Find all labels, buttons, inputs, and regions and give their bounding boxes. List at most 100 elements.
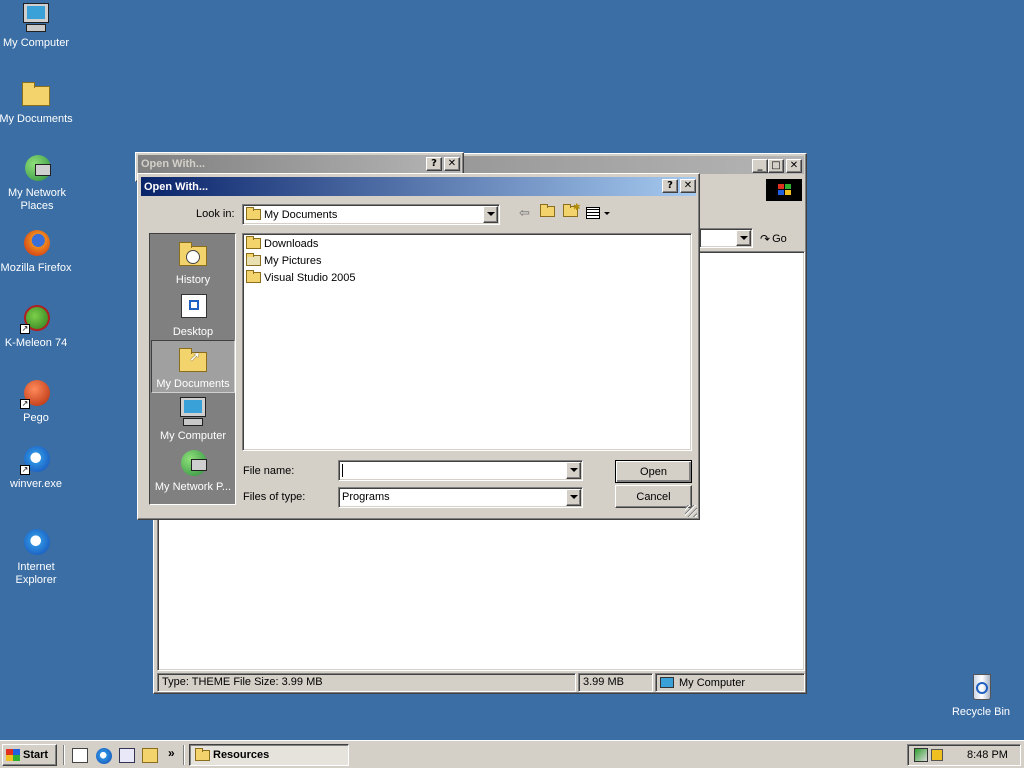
folder-icon	[246, 236, 261, 249]
computer-icon	[20, 2, 52, 34]
maximize-button[interactable]: □	[768, 159, 784, 173]
task-label: Resources	[213, 749, 270, 761]
close-button[interactable]: ✕	[786, 159, 802, 173]
desktop-icon-my-network-places[interactable]: My Network Places	[0, 152, 76, 213]
k-meleon-icon: ↗	[20, 302, 52, 334]
desktop-icon-pego[interactable]: ↗ Pego	[0, 377, 74, 425]
dialog-title: Open With...	[144, 180, 209, 193]
open-with-dialog: Open With... ? ✕ Look in: My Documents ⇦…	[137, 173, 700, 520]
desktop-icon-label: Mozilla Firefox	[0, 262, 72, 274]
file-name-input[interactable]	[341, 463, 563, 478]
inactive-dialog-titlebar[interactable]: Open With...	[138, 155, 461, 173]
desktop-icon-k-meleon[interactable]: ↗ K-Meleon 74	[0, 302, 74, 350]
places-my-network[interactable]: My Network P...	[152, 447, 234, 494]
documents-folder-icon	[20, 78, 52, 110]
file-name-text: My Pictures	[264, 255, 322, 267]
inactive-help-button[interactable]: ?	[426, 157, 442, 171]
desktop-icon-winver[interactable]: ↗ winver.exe	[0, 443, 74, 491]
list-item-visual-studio-2005[interactable]: Visual Studio 2005	[246, 270, 356, 286]
desktop-icon-recycle-bin[interactable]: Recycle Bin	[943, 671, 1019, 719]
desktop-icon-label: My Documents	[0, 113, 73, 125]
files-of-type-label: Files of type:	[243, 491, 306, 503]
status-zone: My Computer	[655, 673, 805, 692]
list-item-my-pictures[interactable]: My Pictures	[246, 253, 321, 269]
minimize-button[interactable]: _	[752, 159, 768, 173]
file-name-text: Downloads	[264, 238, 319, 250]
documents-folder-icon: ➚	[177, 344, 209, 376]
files-of-type-combo[interactable]: Programs	[338, 487, 583, 508]
folder-icon	[195, 747, 210, 761]
places-label: Desktop	[172, 326, 214, 338]
desktop-icon-label: winver.exe	[10, 478, 62, 490]
resize-grip-icon[interactable]	[685, 505, 697, 517]
desktop-icon-label: K-Meleon 74	[4, 337, 68, 349]
status-size: 3.99 MB	[578, 673, 653, 692]
explorer-quicklaunch-icon[interactable]	[142, 748, 158, 763]
status-zone-text: My Computer	[679, 676, 746, 689]
quick-launch-chevron[interactable]: »	[168, 746, 175, 760]
computer-icon	[177, 396, 209, 428]
taskbar-task-resources[interactable]: Resources	[189, 744, 349, 766]
my-computer-small-icon	[660, 677, 674, 688]
network-places-icon	[177, 447, 209, 479]
places-bar: History Desktop ➚ My Documents My Comput…	[149, 233, 236, 505]
up-one-level-icon[interactable]	[540, 204, 557, 221]
places-label: My Documents	[156, 378, 230, 390]
back-icon[interactable]: ⇦	[519, 206, 535, 221]
desktop-icon-label: Internet Explorer	[15, 561, 57, 586]
desktop-icon-label: Recycle Bin	[951, 706, 1011, 718]
outlook-quicklaunch-icon[interactable]	[119, 748, 135, 763]
file-list[interactable]: Downloads My Pictures Visual Studio 2005	[242, 233, 692, 451]
address-dropdown-arrow[interactable]	[699, 228, 753, 248]
places-label: My Computer	[159, 430, 227, 442]
desktop-icon-label: My Network Places	[7, 187, 67, 212]
places-label: History	[175, 274, 211, 286]
close-button[interactable]: ✕	[680, 179, 696, 193]
look-in-combo[interactable]: My Documents	[242, 204, 500, 225]
file-name-dropdown-button[interactable]	[566, 462, 581, 479]
file-name-label: File name:	[243, 465, 295, 477]
windows-logo-icon	[766, 179, 802, 201]
desktop-icon-my-computer[interactable]: My Computer	[0, 2, 74, 50]
ie-quicklaunch-icon[interactable]	[96, 748, 112, 764]
look-in-dropdown-button[interactable]	[483, 206, 498, 223]
history-icon	[177, 240, 209, 272]
desktop-icon-internet-explorer[interactable]: Internet Explorer	[0, 526, 74, 587]
open-button[interactable]: Open	[615, 460, 692, 483]
shortcut-arrow-icon: ↗	[20, 399, 30, 409]
inactive-close-button[interactable]: ✕	[444, 157, 460, 171]
help-button[interactable]: ?	[662, 179, 678, 193]
status-info: Type: THEME File Size: 3.99 MB	[157, 673, 576, 692]
places-label: My Network P...	[154, 481, 232, 493]
new-folder-icon[interactable]: ✱	[563, 202, 581, 221]
desktop-icon-my-documents[interactable]: My Documents	[0, 78, 74, 126]
go-label: Go	[772, 233, 787, 245]
dialog-titlebar[interactable]: Open With...	[141, 177, 696, 196]
desktop-icon-label: Pego	[23, 412, 49, 424]
view-menu-icon[interactable]	[586, 207, 612, 221]
file-name-combo[interactable]	[338, 460, 583, 481]
volume-tray-icon[interactable]	[931, 749, 943, 761]
look-in-label: Look in:	[196, 208, 235, 220]
files-of-type-dropdown-button[interactable]	[566, 489, 581, 506]
places-history[interactable]: History	[152, 240, 234, 287]
mouse-cursor-icon: ➚	[189, 348, 201, 364]
places-my-computer[interactable]: My Computer	[152, 396, 234, 443]
inactive-dialog-title: Open With...	[141, 158, 206, 170]
network-tray-icon[interactable]	[914, 748, 928, 762]
start-button[interactable]: Start	[2, 744, 57, 766]
clock[interactable]: 8:48 PM	[967, 749, 1008, 761]
cancel-button[interactable]: Cancel	[615, 485, 692, 508]
desktop-icon-mozilla-firefox[interactable]: Mozilla Firefox	[0, 227, 74, 275]
taskbar-divider	[183, 745, 185, 765]
show-desktop-icon[interactable]	[72, 748, 88, 763]
places-desktop[interactable]: Desktop	[152, 292, 234, 339]
folder-icon	[246, 270, 261, 283]
documents-folder-icon	[246, 207, 261, 220]
firefox-icon	[20, 227, 52, 259]
status-bar: Type: THEME File Size: 3.99 MB 3.99 MB M…	[157, 673, 805, 692]
list-item-downloads[interactable]: Downloads	[246, 236, 318, 252]
places-my-documents[interactable]: ➚ My Documents	[151, 340, 235, 393]
taskbar: Start » Resources 8:48 PM	[0, 740, 1024, 768]
go-button[interactable]: ↷ Go	[760, 230, 802, 248]
